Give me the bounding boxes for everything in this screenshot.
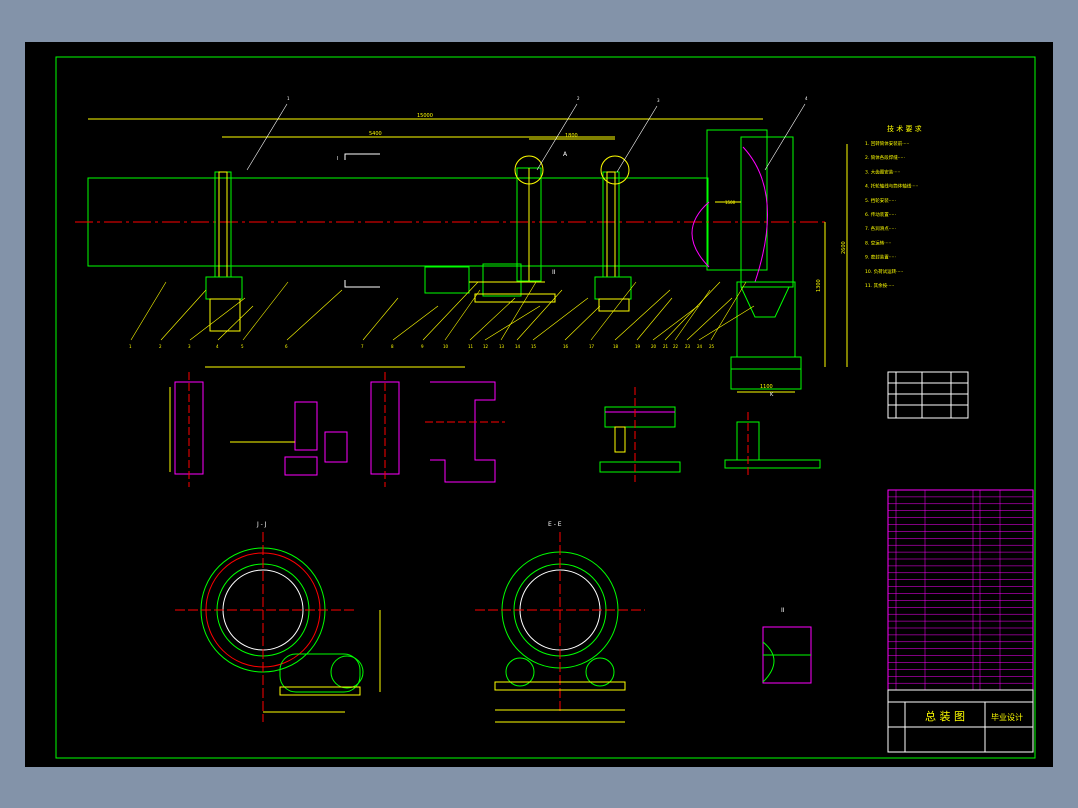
- leader-number: 4: [216, 344, 219, 349]
- leader-number: 19: [635, 344, 641, 349]
- section-j-j: J - J: [175, 521, 381, 722]
- leader-number: 1: [287, 96, 290, 101]
- tech-note: 10. 负荷试运转·····: [865, 268, 903, 275]
- leader-number: 5: [241, 344, 244, 349]
- tech-title: 技 术 要 求: [887, 124, 922, 133]
- leader-number: 22: [673, 344, 679, 349]
- leader-number: 9: [421, 344, 424, 349]
- support-roller-1: [205, 276, 243, 300]
- section-mark-j-top: I: [337, 156, 338, 162]
- leader-line: [444, 289, 481, 341]
- span2-dim: 1800: [565, 133, 578, 139]
- leader-number: 20: [651, 344, 657, 349]
- leader-number: 3: [188, 344, 191, 349]
- leader-number: 24: [697, 344, 703, 349]
- tech-note: 2. 筒体各段焊缝·····: [865, 154, 905, 161]
- riding-ring-2: [602, 171, 620, 278]
- leader-line: [189, 297, 246, 341]
- leader-line: [362, 297, 399, 341]
- drawing-sheet: 15000 5400 1800 1300 2600 1100 1500 I K …: [25, 42, 1053, 767]
- leader-line: [614, 289, 671, 341]
- leader-number: 14: [515, 344, 521, 349]
- tech-note: 5. 挡轮安装·····: [865, 197, 896, 204]
- leader-line: [286, 289, 343, 341]
- leader-number: 15: [531, 344, 537, 349]
- section-j-title: J - J: [256, 521, 267, 528]
- leader-line: [664, 281, 721, 341]
- view-ii-label: II: [552, 269, 556, 276]
- leader-number: 7: [361, 344, 364, 349]
- leader-line: [674, 289, 711, 341]
- leader-line: [616, 105, 658, 173]
- main-elevation: 15000 5400 1800 1300 2600 1100 1500 I K …: [75, 113, 848, 398]
- title-block: 总 装 图 毕业设计: [887, 689, 1034, 753]
- detail-iii-label: II: [781, 607, 785, 614]
- detail-iii: II: [762, 607, 812, 684]
- section-e-e: E - E: [475, 521, 645, 723]
- tech-note: 4. 托轮轴线与筒体轴线·····: [865, 183, 918, 190]
- leader-number: 25: [709, 344, 715, 349]
- dim-d4: 1300: [816, 279, 822, 292]
- leader-number: 10: [443, 344, 449, 349]
- small-table: [887, 371, 969, 419]
- riding-ring-1: [214, 171, 232, 278]
- leader-number: 17: [589, 344, 595, 349]
- leader-line: [484, 305, 541, 341]
- tech-note: 8. 空运转·····: [865, 239, 891, 246]
- leader-number: 2: [159, 344, 162, 349]
- view-a-label: A: [563, 151, 568, 158]
- reducer: [482, 263, 522, 297]
- tech-requirements: 技 术 要 求 1. 回转筒体安装前····· 2. 筒体各段焊缝····· 3. …: [865, 124, 922, 289]
- leader-number: 1: [129, 344, 132, 349]
- leader-line: [130, 281, 167, 341]
- leader-number: 8: [391, 344, 394, 349]
- overall-dim: 15000: [417, 113, 433, 119]
- leader-line: [652, 305, 699, 341]
- tech-note: 9. 密封装置·····: [865, 254, 896, 261]
- leader-number: 11: [468, 344, 474, 349]
- leader-line: [500, 281, 537, 341]
- section-e-title: E - E: [548, 521, 562, 528]
- leader-number: 3: [657, 98, 660, 103]
- leader-line: [242, 281, 289, 341]
- drive-base-j: [279, 653, 361, 693]
- dim-d3: 1100: [760, 384, 773, 390]
- section-mark-k: K: [770, 392, 774, 398]
- leader-line: [532, 297, 589, 341]
- dim-d5: 2600: [841, 241, 847, 254]
- tech-note: 11. 其余按·····: [865, 282, 894, 289]
- tech-note: 3. 大齿圈安装·····: [865, 168, 900, 175]
- leader-line: [392, 305, 439, 341]
- leader-line: [698, 305, 755, 341]
- leader-number: 16: [563, 344, 569, 349]
- cad-drawing: 15000 5400 1800 1300 2600 1100 1500 I K …: [55, 56, 1036, 759]
- leader-number: 4: [805, 96, 808, 101]
- detail-row: [169, 366, 821, 487]
- tech-note: 6. 传动装置·····: [865, 211, 896, 218]
- parts-list: [887, 489, 1034, 691]
- leader-number: 18: [613, 344, 619, 349]
- leader-number: 12: [483, 344, 489, 349]
- span1-dim: 5400: [369, 131, 382, 137]
- leader-number: 21: [663, 344, 669, 349]
- feed-head: [706, 129, 768, 271]
- drive-motor: [424, 266, 470, 294]
- leader-number: 2: [577, 96, 580, 101]
- tech-note: 7. 各润滑点·····: [865, 225, 896, 232]
- project-name: 毕业设计: [991, 712, 1023, 722]
- dim-d2: 1500: [725, 200, 736, 205]
- roller-detail: [604, 406, 676, 428]
- leader-line: [469, 297, 516, 341]
- leader-line: [710, 281, 747, 341]
- leader-number: 6: [285, 344, 288, 349]
- leader-line: [217, 305, 254, 341]
- leader-number: 13: [499, 344, 505, 349]
- leader-line: [160, 289, 207, 341]
- leader-number: 23: [685, 344, 691, 349]
- leader-line: [516, 289, 563, 341]
- drawing-title: 总 装 图: [925, 709, 965, 723]
- tech-note: 1. 回转筒体安装前·····: [865, 140, 909, 147]
